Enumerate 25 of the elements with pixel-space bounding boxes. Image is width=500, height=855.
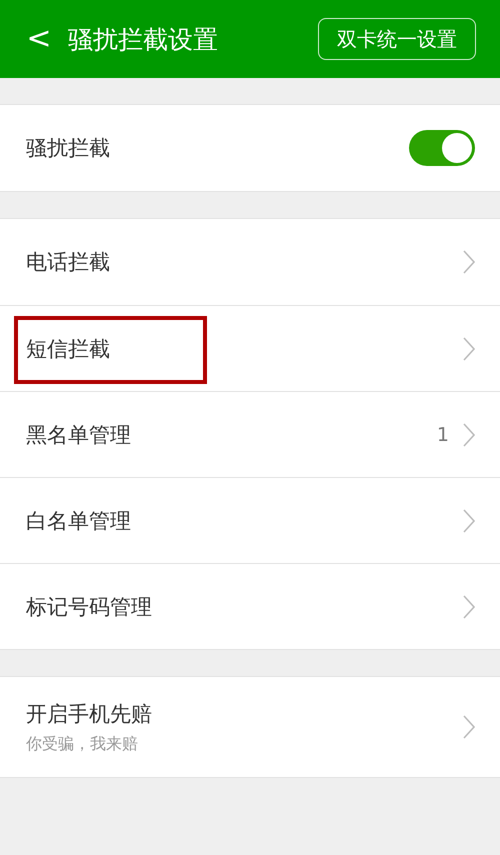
settings-list-item[interactable]: 短信拦截 <box>0 305 500 391</box>
item-subtitle: 你受骗，我来赔 <box>26 734 139 754</box>
chevron-right-icon <box>463 715 475 739</box>
item-label: 标记号码管理 <box>26 594 153 620</box>
settings-list-item[interactable]: 白名单管理 <box>0 477 500 563</box>
setting-label: 骚扰拦截 <box>26 135 111 162</box>
item-label: 短信拦截 <box>26 336 111 362</box>
settings-list-item[interactable]: 电话拦截 <box>0 219 500 305</box>
chevron-right-icon <box>463 336 475 360</box>
toggle-switch[interactable] <box>409 130 475 166</box>
item-count: 1 <box>436 424 449 446</box>
back-button[interactable]: < <box>26 24 52 54</box>
page-title: 骚扰拦截设置 <box>68 24 219 56</box>
chevron-right-icon <box>463 594 475 618</box>
chevron-right-icon <box>463 422 475 446</box>
item-label: 黑名单管理 <box>26 422 132 448</box>
item-label: 开启手机先赔 <box>26 700 153 728</box>
item-label: 白名单管理 <box>26 508 132 534</box>
dual-sim-settings-button[interactable]: 双卡统一设置 <box>318 18 476 60</box>
settings-list-item[interactable]: 标记号码管理 <box>0 563 500 649</box>
settings-list-item[interactable]: 开启手机先赔 你受骗，我来赔 <box>0 677 500 777</box>
item-label: 电话拦截 <box>26 249 111 276</box>
chevron-right-icon <box>463 250 475 274</box>
chevron-right-icon <box>463 508 475 532</box>
settings-list-item[interactable]: 黑名单管理 1 <box>0 391 500 477</box>
